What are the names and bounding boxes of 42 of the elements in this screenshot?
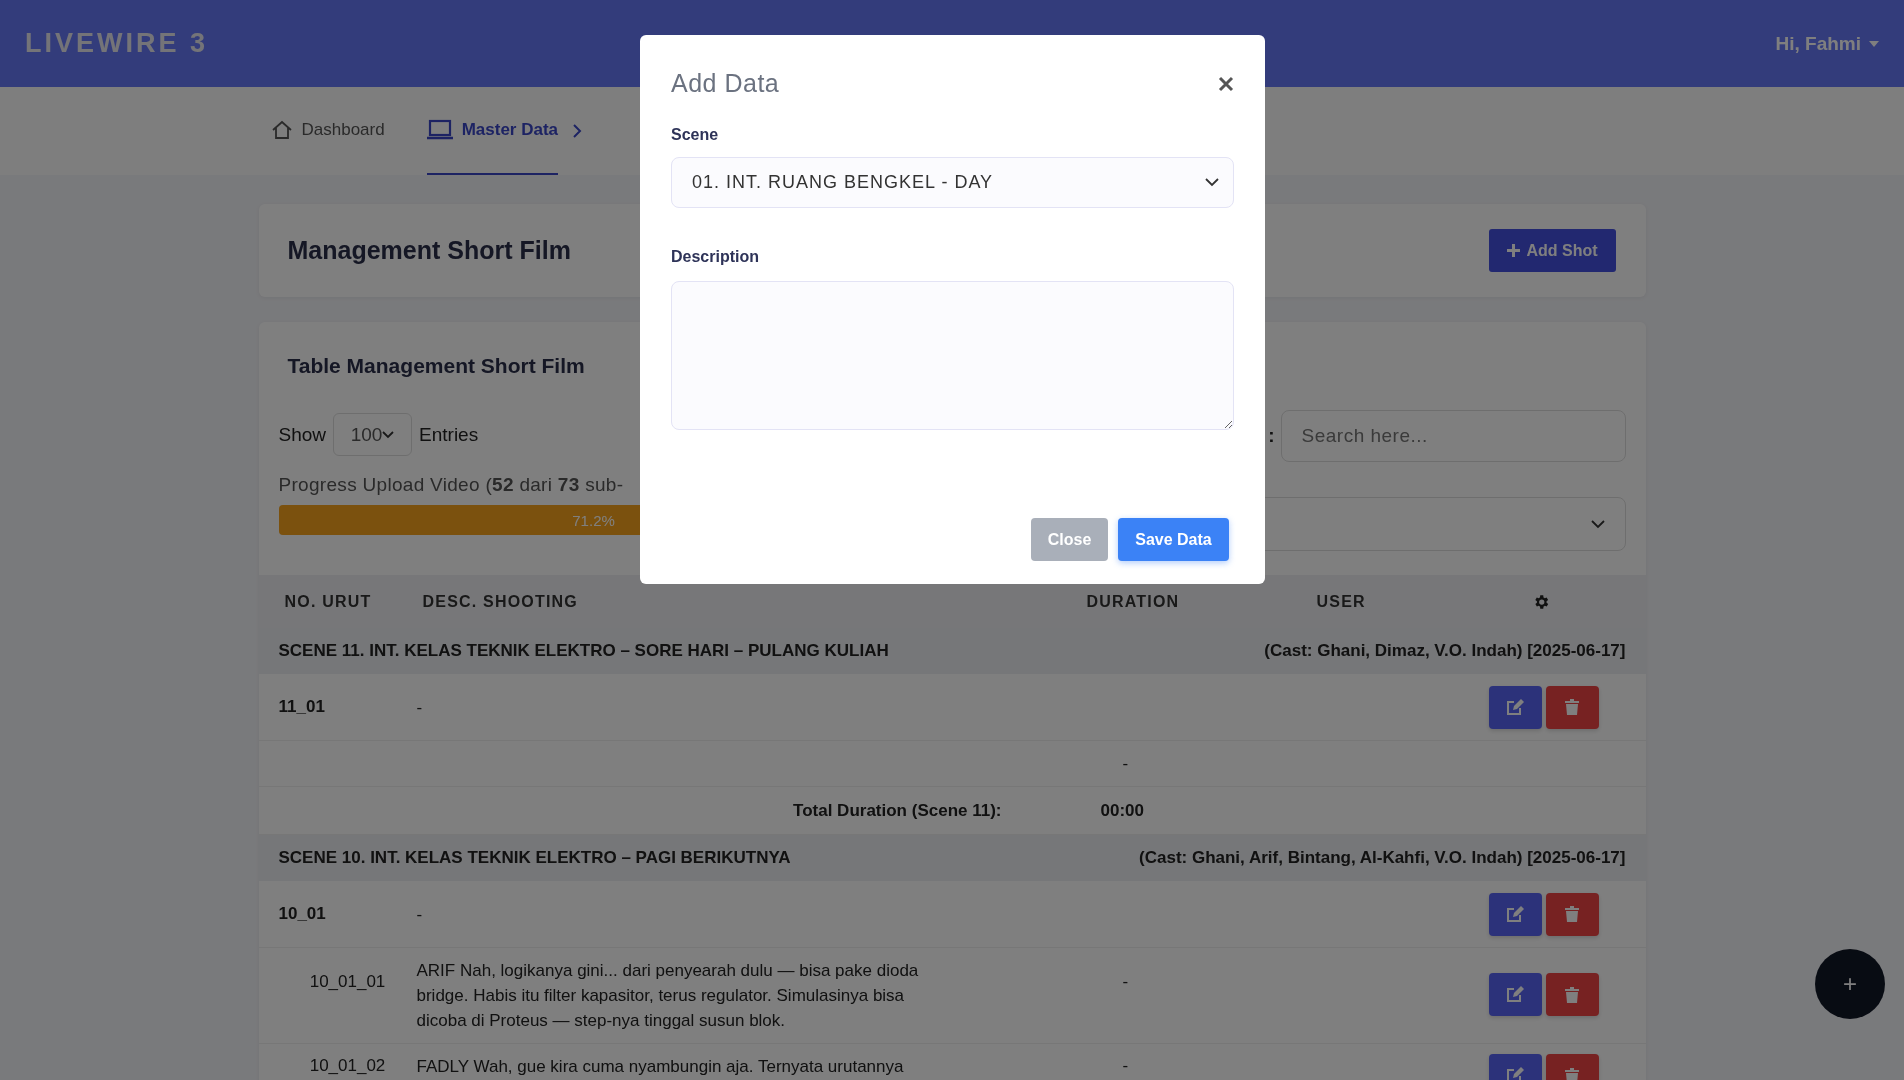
scene-select[interactable]: 01. INT. RUANG BENGKEL - DAY: [671, 157, 1234, 208]
shot-number: 10_01: [278, 904, 327, 924]
save-data-button[interactable]: Save Data: [1118, 518, 1229, 561]
description-label: Description: [671, 248, 760, 266]
duration-cell-text: -: [1121, 753, 1130, 774]
entries-select[interactable]: 100: [333, 413, 413, 456]
shot-description: ARIF Nah, logikanya gini... dari penyearah dulu — bisa pake dioda bridge. Habis itu filter kapasitor, terus regulator. Simulasinya bisa dicoba di Proteus — step-nya tinggal susun blok.: [416, 960, 920, 1032]
user-menu[interactable]: Hi, Fahmi: [1775, 32, 1879, 55]
close-button[interactable]: Close: [1031, 518, 1108, 561]
brand-logo: LIVEWIRE 3: [25, 28, 209, 59]
column-header: NO. URUT: [283, 592, 373, 611]
search-label: :: [1268, 425, 1275, 447]
progress-text: Progress Upload Video (52 dari 73 sub-: [278, 474, 625, 496]
shot-number: 10_01_01: [308, 972, 387, 992]
show-label: Show: [278, 423, 327, 446]
column-header: USER: [1315, 592, 1367, 611]
entries-label: Entries: [419, 423, 479, 446]
card-title: Table Management Short Film: [287, 354, 586, 378]
progress-reading: 71.2%: [572, 511, 615, 529]
shot-description: -: [416, 903, 424, 926]
total-duration-label: Total Duration (Scene 11):: [792, 800, 1003, 821]
search-field[interactable]: Search here...: [1280, 410, 1626, 462]
scene-cast: (Cast: Ghani, Dimaz, V.O. Indah) [2025-06-17]: [1264, 641, 1626, 661]
total-duration-value: 00:00: [1099, 800, 1145, 821]
shot-description: -: [416, 696, 424, 719]
shot-description: FADLY Wah, gue kira cuma nyambungin aja. Ternyata urutannya: [416, 1056, 905, 1078]
dialog-title: Add Data: [671, 69, 780, 98]
breadcrumb-link[interactable]: Dashboard: [270, 87, 385, 175]
scene-label: Scene: [671, 126, 720, 144]
column-header: DURATION: [1085, 592, 1181, 611]
breadcrumb-link[interactable]: Master Data: [426, 87, 559, 175]
shot-number: 10_01_02: [308, 1056, 387, 1076]
duration-cell-text: -: [1121, 972, 1130, 992]
scene-cast: (Cast: Ghani, Arif, Bintang, Al-Kahfi, V.O. Indah) [2025-06-17]: [1139, 848, 1626, 868]
duration-cell-text: -: [1121, 1056, 1130, 1076]
add-fab-button[interactable]: +: [1815, 949, 1885, 1019]
shot-number: 11_01: [278, 697, 326, 717]
column-header: DESC. SHOOTING: [421, 592, 579, 611]
page-title: Management Short Film: [287, 236, 571, 265]
scene-title: SCENE 10. INT. KELAS TEKNIK ELEKTRO – PAGI BERIKUTNYA: [278, 848, 791, 868]
scene-title: SCENE 11. INT. KELAS TEKNIK ELEKTRO – SORE HARI – PULANG KULIAH: [278, 641, 889, 661]
add-shot-button[interactable]: Add Shot: [1489, 229, 1616, 272]
